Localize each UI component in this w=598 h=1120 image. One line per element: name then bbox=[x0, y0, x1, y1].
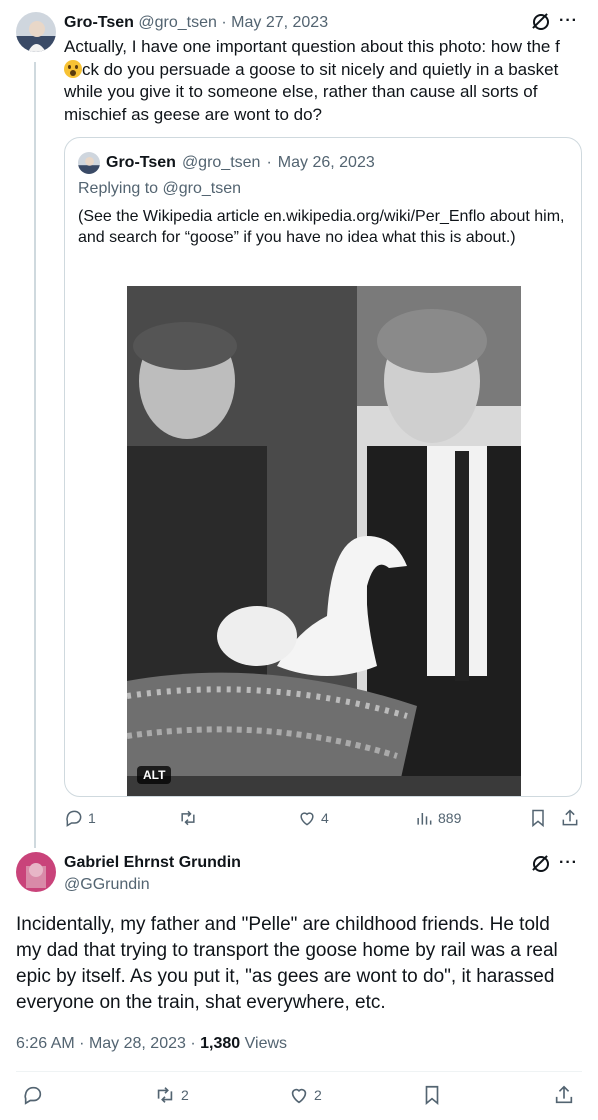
quote-text: (See the Wikipedia article en.wikipedia.… bbox=[78, 208, 565, 246]
replying-to-handle[interactable]: @gro_tsen bbox=[163, 180, 242, 197]
meta-separator: · bbox=[79, 1035, 85, 1052]
repost-icon bbox=[157, 1087, 173, 1103]
author-handle[interactable]: @GGrundin bbox=[64, 876, 150, 894]
tweet-date[interactable]: May 28, 2023 bbox=[89, 1035, 186, 1052]
repost-button[interactable] bbox=[177, 808, 203, 828]
quote-author-handle: @gro_tsen bbox=[181, 154, 261, 171]
replying-to-prefix: Replying to bbox=[78, 180, 159, 197]
quote-photo[interactable]: ALT bbox=[127, 286, 521, 796]
tweet-top-controls: ··· bbox=[531, 12, 578, 30]
tweet-text-part-1: Actually, I have one important question … bbox=[64, 37, 560, 56]
tweet-header: Gro-Tsen @gro_tsen · May 27, 2023 bbox=[64, 13, 328, 33]
tweet-meta: 6:26 AM · May 28, 2023 · 1,380 Views bbox=[16, 1035, 287, 1053]
quoted-tweet-card[interactable]: Gro-Tsen @gro_tsen · May 26, 2023 Replyi… bbox=[64, 137, 582, 797]
reply-count: 1 bbox=[88, 810, 96, 826]
repost-count: 2 bbox=[181, 1087, 189, 1103]
author-name[interactable]: Gabriel Ehrnst Grundin bbox=[64, 854, 241, 872]
repost-icon bbox=[181, 810, 195, 826]
tweet-time[interactable]: 6:26 AM bbox=[16, 1035, 75, 1052]
meta-separator: · bbox=[190, 1035, 196, 1052]
share-button[interactable] bbox=[553, 1084, 575, 1106]
views-count: 1,380 bbox=[200, 1035, 241, 1052]
quote-author-name: Gro-Tsen bbox=[106, 154, 176, 171]
grok-icon[interactable] bbox=[531, 12, 550, 30]
share-icon bbox=[555, 1085, 573, 1104]
reply-button[interactable] bbox=[22, 1084, 48, 1106]
replying-to: Replying to @gro_tsen bbox=[78, 180, 241, 198]
grok-icon[interactable] bbox=[531, 854, 550, 872]
author-handle[interactable]: @gro_tsen bbox=[138, 14, 217, 31]
reply-icon bbox=[24, 1086, 42, 1105]
bookmark-icon bbox=[532, 809, 544, 828]
avatar[interactable] bbox=[16, 852, 56, 892]
tweet-text: Incidentally, my father and "Pelle" are … bbox=[16, 914, 558, 1013]
tweet-date[interactable]: May 27, 2023 bbox=[231, 14, 328, 31]
more-options-icon[interactable]: ··· bbox=[559, 855, 578, 871]
share-button[interactable] bbox=[560, 808, 580, 828]
reply-button[interactable]: 1 bbox=[64, 808, 96, 828]
reply-icon bbox=[66, 810, 82, 827]
like-count: 4 bbox=[321, 810, 329, 826]
tweet-actions: 1 4 889 bbox=[64, 808, 582, 832]
tweet-text: Actually, I have one important question … bbox=[64, 36, 574, 126]
divider bbox=[16, 1071, 582, 1072]
quote-avatar bbox=[78, 152, 100, 174]
like-button[interactable]: 4 bbox=[297, 808, 329, 828]
astonished-face-icon bbox=[64, 59, 82, 78]
alt-badge[interactable]: ALT bbox=[137, 766, 172, 784]
heart-icon bbox=[300, 812, 314, 826]
thread-connector-line bbox=[34, 62, 36, 848]
bookmark-icon bbox=[425, 1085, 439, 1106]
like-count: 2 bbox=[314, 1087, 322, 1103]
bookmark-button[interactable] bbox=[421, 1084, 443, 1106]
heart-icon bbox=[291, 1088, 307, 1104]
tweet-top-controls: ··· bbox=[531, 854, 578, 872]
quote-date: May 26, 2023 bbox=[277, 154, 375, 171]
views-label: Views bbox=[244, 1035, 288, 1052]
quote-separator: · bbox=[266, 154, 272, 171]
photo-illustration bbox=[127, 286, 521, 796]
views-icon bbox=[417, 813, 432, 825]
bookmark-button[interactable] bbox=[528, 808, 548, 828]
header-separator: · bbox=[221, 14, 227, 31]
author-name[interactable]: Gro-Tsen bbox=[64, 14, 134, 31]
quote-header: Gro-Tsen @gro_tsen · May 26, 2023 bbox=[78, 152, 375, 174]
tweet-actions: 2 2 bbox=[16, 1084, 582, 1108]
like-button[interactable]: 2 bbox=[288, 1084, 322, 1106]
views-count: 889 bbox=[438, 810, 462, 826]
more-options-icon[interactable]: ··· bbox=[559, 13, 578, 29]
views-button[interactable]: 889 bbox=[414, 808, 461, 828]
avatar[interactable] bbox=[16, 12, 56, 52]
tweet-text-part-2: ck do you persuade a goose to sit nicely… bbox=[64, 59, 559, 124]
repost-button[interactable]: 2 bbox=[153, 1084, 189, 1106]
share-icon bbox=[562, 809, 578, 826]
